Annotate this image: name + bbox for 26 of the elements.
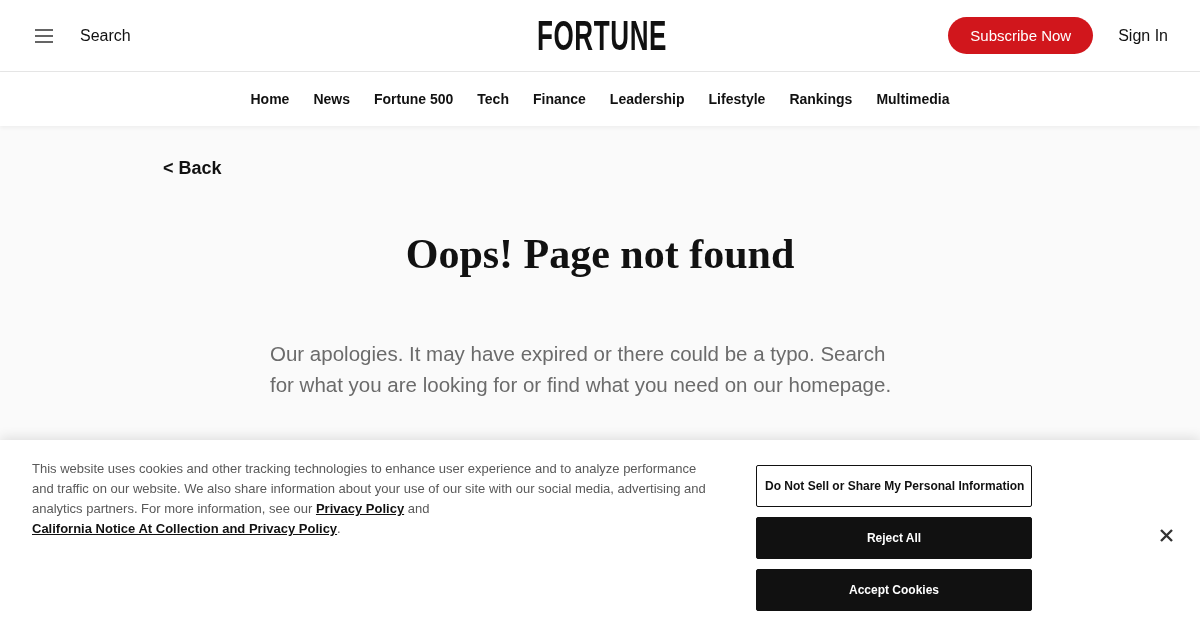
close-button[interactable] <box>1160 528 1173 542</box>
nav-link[interactable]: Fortune 500 <box>373 91 454 107</box>
reject-all-button[interactable]: Reject All <box>756 517 1032 559</box>
search-link[interactable]: Search <box>80 26 131 45</box>
nav-link[interactable]: Multimedia <box>876 91 950 107</box>
do-not-sell-button[interactable]: Do Not Sell or Share My Personal Information <box>756 465 1032 507</box>
error-message: Our apologies. It may have expired or there could be a typo. Search for what you are looking for or find what you need on our homepage. <box>270 341 893 398</box>
sign-in-link[interactable]: Sign In <box>1118 26 1168 45</box>
nav-link[interactable]: Rankings <box>789 91 853 107</box>
policy-link[interactable]: California Notice At Collection and Privacy Policy <box>32 521 338 536</box>
cookie-notice: This website uses cookies and other tracking technologies to enhance user experience and to analyze performance and traffic on our website. We also share information about your use of our site with our social media, advertising and analytics partners. For more information, see our Privacy Policy and California Notice At Collection and Privacy Policy. <box>32 460 707 538</box>
menu-button[interactable] <box>35 28 53 43</box>
back-link[interactable]: < Back <box>163 156 222 180</box>
nav-link[interactable]: Home <box>250 91 290 107</box>
page-heading: Oops! Page not found <box>404 230 796 278</box>
nav-link[interactable]: News <box>313 91 350 107</box>
accept-cookies-button[interactable]: Accept Cookies <box>756 569 1032 611</box>
policy-link[interactable]: Privacy Policy <box>315 501 405 516</box>
nav-link[interactable]: Leadership <box>609 91 685 107</box>
nav-link[interactable]: Finance <box>532 91 586 107</box>
site-logo[interactable]: FORTUNE <box>536 14 667 57</box>
nav-link[interactable]: Tech <box>477 91 509 107</box>
close-icon <box>1160 528 1173 542</box>
subscribe-button[interactable]: Subscribe Now <box>948 17 1094 54</box>
menu-icon <box>35 28 53 43</box>
nav-link[interactable]: Lifestyle <box>708 91 766 107</box>
